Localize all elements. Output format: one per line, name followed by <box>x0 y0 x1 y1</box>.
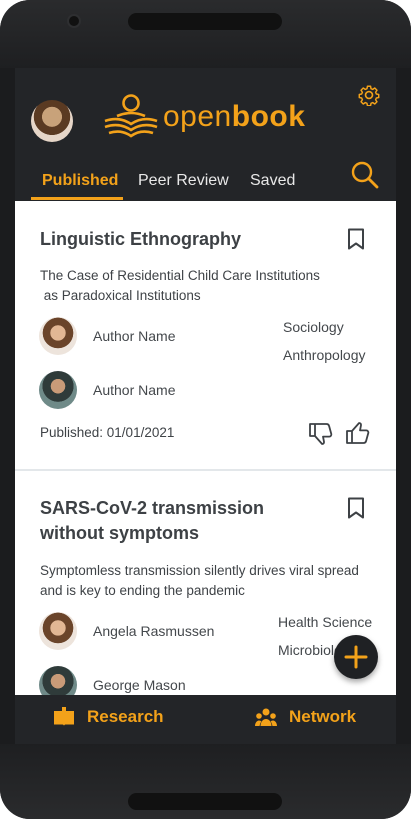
app-name: openbook <box>163 102 305 132</box>
paper-abstract: The Case of Residential Child Care Insti… <box>40 266 380 306</box>
app-name-light: open <box>163 100 232 133</box>
active-tab-indicator <box>31 197 123 200</box>
front-camera <box>67 14 81 28</box>
bottom-nav: Research Network <box>15 695 396 744</box>
app-logo: openbook <box>101 94 305 140</box>
phone-frame: openbook Published Peer Review Saved Lin… <box>0 0 411 819</box>
bottom-speaker <box>128 793 282 810</box>
field-tag[interactable]: Health Science <box>278 614 372 630</box>
book-icon <box>54 707 74 726</box>
field-tag[interactable]: Anthropology <box>283 347 366 363</box>
nav-research-label: Research <box>87 707 164 726</box>
paper-abstract-line: and is key to ending the pandemic <box>40 583 245 598</box>
nav-network-label: Network <box>289 707 357 726</box>
paper-abstract: Symptomless transmission silently drives… <box>40 561 380 601</box>
bookmark-icon[interactable] <box>346 228 366 250</box>
tab-saved[interactable]: Saved <box>250 172 295 190</box>
tab-published[interactable]: Published <box>42 172 118 190</box>
published-date: Published: 01/01/2021 <box>40 425 175 440</box>
app-header: openbook Published Peer Review Saved <box>15 68 396 201</box>
bookmark-icon[interactable] <box>346 497 366 519</box>
gear-icon[interactable] <box>358 84 380 106</box>
field-tag[interactable]: Sociology <box>283 319 344 335</box>
nav-research[interactable]: Research <box>53 707 164 727</box>
author-avatar[interactable] <box>39 371 77 409</box>
paper-title-line: SARS-CoV-2 transmission <box>40 498 265 518</box>
paper-card[interactable]: Linguistic Ethnography The Case of Resid… <box>15 201 396 471</box>
plus-icon <box>344 645 368 669</box>
people-icon <box>255 708 277 726</box>
author-name[interactable]: Author Name <box>93 328 175 344</box>
earpiece-speaker <box>128 13 282 30</box>
tab-peer-review[interactable]: Peer Review <box>138 172 229 190</box>
thumbs-down-icon[interactable] <box>308 421 334 447</box>
app-name-bold: book <box>231 100 306 133</box>
paper-abstract-line: as Paradoxical Institutions <box>40 288 201 303</box>
author-name[interactable]: Author Name <box>93 382 175 398</box>
logo-book-icon <box>104 94 158 138</box>
nav-network[interactable]: Network <box>255 707 356 727</box>
paper-title[interactable]: Linguistic Ethnography <box>40 227 241 252</box>
paper-title[interactable]: SARS-CoV-2 transmission without symptoms <box>40 496 264 546</box>
thumbs-up-icon[interactable] <box>345 420 371 446</box>
author-name[interactable]: Angela Rasmussen <box>93 623 214 639</box>
author-avatar[interactable] <box>39 317 77 355</box>
paper-title-line: without symptoms <box>40 523 200 543</box>
paper-abstract-line: The Case of Residential Child Care Insti… <box>40 268 320 283</box>
search-icon[interactable] <box>350 160 380 190</box>
author-avatar[interactable] <box>39 612 77 650</box>
app-screen: openbook Published Peer Review Saved Lin… <box>15 68 396 744</box>
author-name[interactable]: George Mason <box>93 677 186 693</box>
phone-top-bezel <box>0 0 411 68</box>
tab-bar: Published Peer Review Saved <box>15 164 396 201</box>
user-avatar[interactable] <box>31 100 73 142</box>
add-paper-button[interactable] <box>334 635 378 679</box>
paper-abstract-line: Symptomless transmission silently drives… <box>40 563 359 578</box>
